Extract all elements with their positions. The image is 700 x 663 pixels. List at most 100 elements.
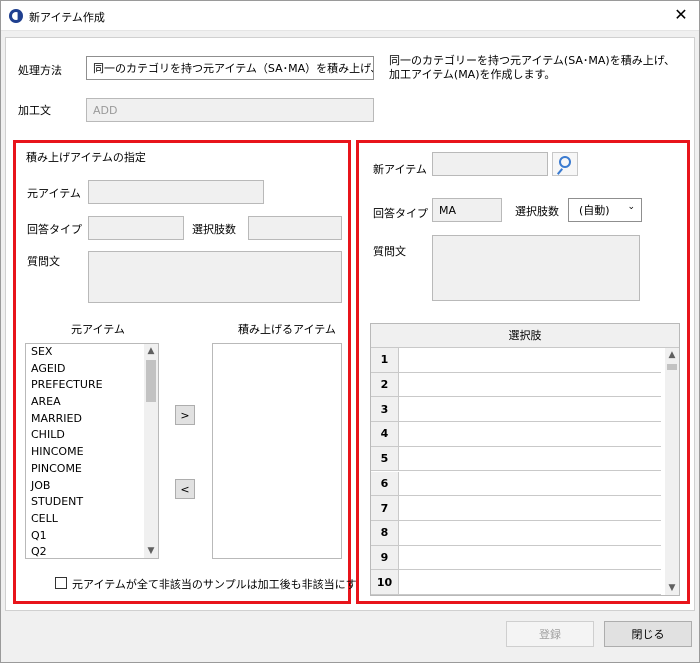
table-row[interactable]: 7 [371, 496, 661, 521]
table-row[interactable]: 5 [371, 446, 661, 472]
choice-count-select[interactable]: (自動) ⌄ [568, 198, 642, 222]
row-number: 9 [371, 545, 399, 570]
method-value: 同一のカテゴリを持つ元アイテム（SA･MA）を積み上げ、MAアイテム [93, 62, 373, 75]
new-item-field[interactable] [432, 152, 548, 176]
new-item-panel: 新アイテム 回答タイプ MA 選択肢数 (自動) ⌄ 質問文 選択肢 1 2 3… [356, 140, 690, 604]
table-row[interactable]: 3 [371, 397, 661, 423]
title-bar: 新アイテム作成 ✕ [1, 1, 699, 31]
list-item[interactable]: MARRIED [26, 411, 158, 428]
table-row[interactable]: 4 [371, 422, 661, 447]
processed-text-label: 加工文 [18, 104, 51, 117]
row-number: 7 [371, 496, 399, 520]
scroll-down-arrow-icon[interactable]: ▼ [144, 544, 158, 558]
answer-type-field[interactable] [88, 216, 184, 240]
source-list-header: 元アイテム [71, 323, 125, 336]
scrollbar-thumb[interactable] [667, 364, 677, 370]
list-item[interactable]: PREFECTURE [26, 377, 158, 394]
scroll-up-arrow-icon[interactable]: ▲ [665, 348, 679, 362]
choices-grid-scrollbar[interactable]: ▲ ▼ [665, 348, 679, 595]
choice-cell[interactable] [399, 397, 661, 421]
window-title: 新アイテム作成 [29, 11, 105, 24]
processed-text-field[interactable]: ADD [86, 98, 374, 122]
choice-count-field[interactable] [248, 216, 342, 240]
list-item[interactable]: HINCOME [26, 444, 158, 461]
search-button[interactable] [552, 152, 578, 176]
method-description-line-2: 加工アイテム(MA)を作成します。 [389, 68, 556, 81]
question-field[interactable] [432, 235, 640, 301]
all-nonapplicable-label: 元アイテムが全て非該当のサンプルは加工後も非該当にする [72, 578, 368, 591]
remove-item-button[interactable]: < [175, 479, 195, 499]
row-number: 3 [371, 397, 399, 422]
row-number: 6 [371, 471, 399, 496]
answer-type-value: MA [439, 203, 457, 217]
add-item-button[interactable]: > [175, 405, 195, 425]
list-item[interactable]: PINCOME [26, 461, 158, 478]
list-item[interactable]: AREA [26, 394, 158, 411]
choices-grid[interactable]: 選択肢 1 2 3 4 5 6 7 8 9 10 ▲ ▼ [370, 323, 680, 596]
table-row[interactable]: 10 [371, 570, 661, 595]
answer-type-label: 回答タイプ [27, 223, 82, 236]
row-number: 5 [371, 446, 399, 471]
stack-item-list[interactable] [212, 343, 342, 559]
source-item-field[interactable] [88, 180, 264, 204]
choice-cell[interactable] [399, 422, 661, 446]
processed-text-value: ADD [93, 103, 118, 117]
scroll-down-arrow-icon[interactable]: ▼ [665, 581, 679, 595]
choice-cell[interactable] [399, 472, 661, 496]
method-description: 同一のカテゴリーを持つ元アイテム(SA･MA)を積み上げ、 加工アイテム(MA)… [389, 54, 689, 82]
choice-cell[interactable] [399, 373, 661, 397]
list-item[interactable]: CELL [26, 511, 158, 528]
method-description-line-1: 同一のカテゴリーを持つ元アイテム(SA･MA)を積み上げ、 [389, 54, 675, 67]
choice-cell[interactable] [399, 546, 661, 570]
method-select[interactable]: 同一のカテゴリを持つ元アイテム（SA･MA）を積み上げ、MAアイテム [86, 56, 374, 80]
list-item[interactable]: CHILD [26, 427, 158, 444]
question-label: 質問文 [373, 245, 406, 258]
choice-cell[interactable] [399, 570, 661, 594]
source-item-list[interactable]: SEX AGEID PREFECTURE AREA MARRIED CHILD … [25, 343, 159, 559]
table-row[interactable]: 8 [371, 520, 661, 546]
dialog-content: 処理方法 同一のカテゴリを持つ元アイテム（SA･MA）を積み上げ、MAアイテム … [5, 37, 695, 611]
choice-cell[interactable] [399, 496, 661, 520]
answer-type-value-field[interactable]: MA [432, 198, 502, 222]
answer-type-label: 回答タイプ [373, 207, 428, 220]
source-items-container: SEX AGEID PREFECTURE AREA MARRIED CHILD … [26, 344, 158, 558]
choice-count-value: (自動) [579, 204, 610, 217]
close-icon[interactable]: ✕ [671, 5, 691, 25]
row-number: 8 [371, 520, 399, 545]
list-item[interactable]: AGEID [26, 361, 158, 378]
table-row[interactable]: 6 [371, 471, 661, 497]
row-number: 4 [371, 422, 399, 446]
table-row[interactable]: 9 [371, 545, 661, 571]
list-item[interactable]: JOB [26, 478, 158, 495]
scrollbar-thumb[interactable] [146, 360, 156, 402]
table-row[interactable]: 2 [371, 372, 661, 398]
stack-list-header: 積み上げるアイテム [238, 323, 336, 336]
stack-settings-panel: 積み上げアイテムの指定 元アイテム 回答タイプ 選択肢数 質問文 元アイテム 積… [13, 140, 368, 604]
new-item-label: 新アイテム [373, 163, 427, 176]
dialog-window: 新アイテム作成 ✕ 処理方法 同一のカテゴリを持つ元アイテム（SA･MA）を積み… [0, 0, 700, 663]
row-number: 2 [371, 372, 399, 397]
choice-count-label: 選択肢数 [192, 223, 236, 236]
list-item[interactable]: STUDENT [26, 494, 158, 511]
all-nonapplicable-checkbox[interactable] [55, 577, 67, 589]
chevron-down-icon: ⌄ [627, 202, 635, 212]
question-field[interactable] [88, 251, 342, 303]
row-number: 1 [371, 348, 399, 372]
list-item[interactable]: Q2 [26, 544, 158, 558]
choice-cell[interactable] [399, 447, 661, 471]
scroll-up-arrow-icon[interactable]: ▲ [144, 344, 158, 358]
close-button[interactable]: 閉じる [604, 621, 692, 647]
search-icon [559, 156, 571, 168]
list-item[interactable]: SEX [26, 344, 158, 361]
table-row[interactable]: 1 [371, 348, 661, 373]
list-item[interactable]: Q1 [26, 528, 158, 545]
app-logo-icon [9, 9, 23, 23]
choice-cell[interactable] [399, 521, 661, 545]
choice-cell[interactable] [399, 348, 661, 372]
stack-settings-title: 積み上げアイテムの指定 [26, 151, 146, 164]
source-item-label: 元アイテム [27, 187, 81, 200]
register-button[interactable]: 登録 [506, 621, 594, 647]
source-list-scrollbar[interactable]: ▲ ▼ [144, 344, 158, 558]
row-number: 10 [371, 570, 399, 594]
question-label: 質問文 [27, 255, 60, 268]
